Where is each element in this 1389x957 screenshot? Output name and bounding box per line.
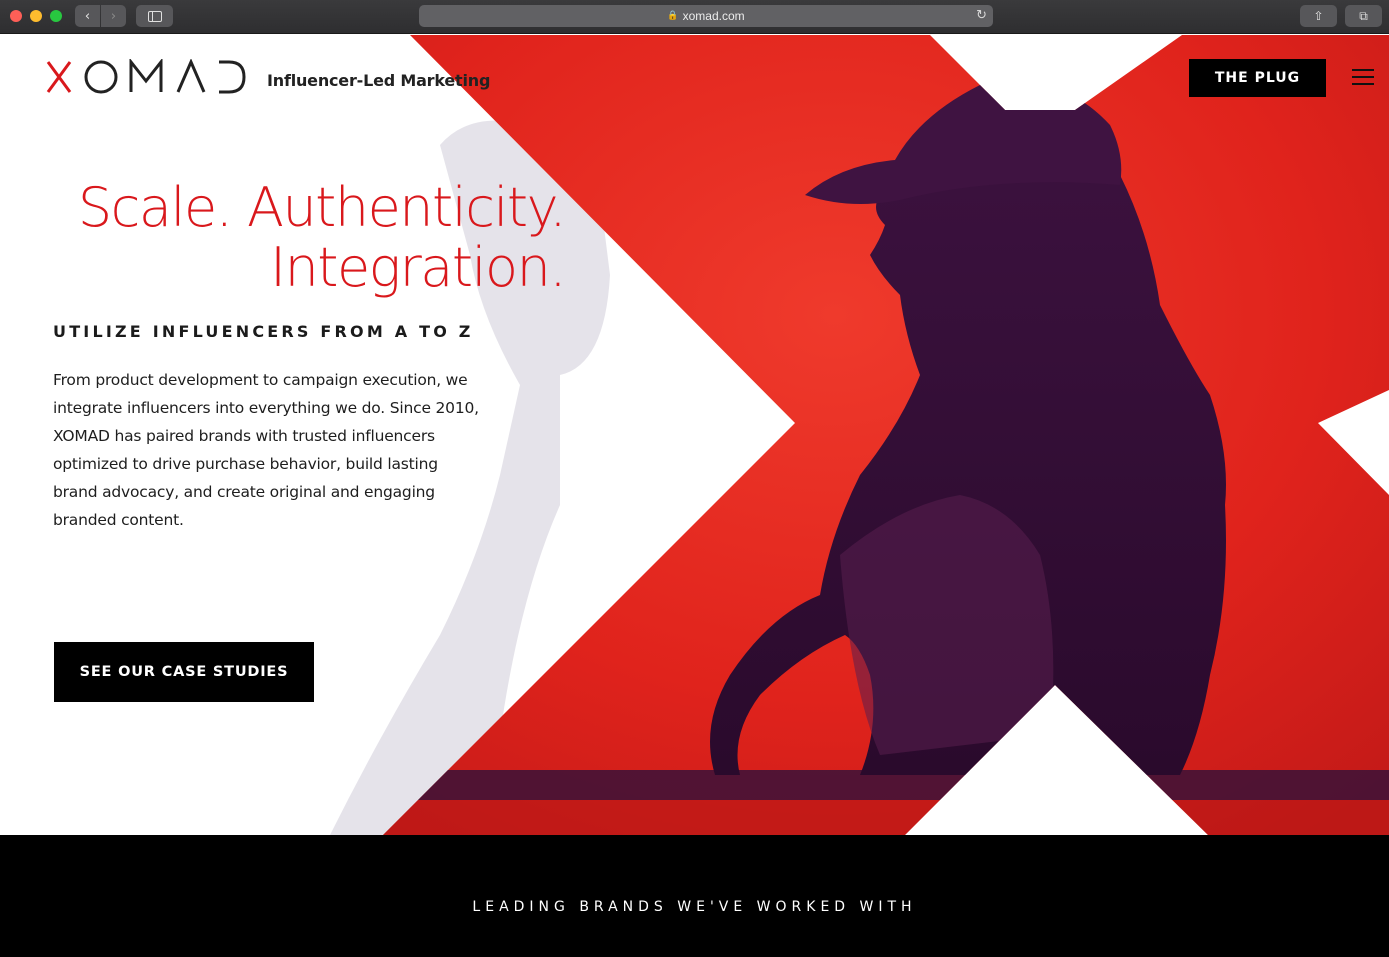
minimize-window-button[interactable] xyxy=(30,10,42,22)
the-plug-button[interactable]: THE PLUG xyxy=(1189,59,1326,97)
xomad-logo[interactable] xyxy=(45,59,247,95)
hero-headline: Scale. Authenticity. Integration. xyxy=(40,176,567,299)
site-tagline: Influencer-Led Marketing xyxy=(267,71,491,90)
close-window-button[interactable] xyxy=(10,10,22,22)
hero-body-text: From product development to campaign exe… xyxy=(53,371,479,529)
url-text: xomad.com xyxy=(682,9,745,23)
hero-subheading: UTILIZE INFLUENCERS FROM A TO Z xyxy=(53,322,474,341)
sidebar-toggle-button[interactable] xyxy=(136,5,173,27)
forward-button[interactable]: › xyxy=(101,5,126,27)
headline-line-2: Integration. xyxy=(270,236,566,299)
sidebar-icon xyxy=(147,10,162,22)
menu-bar xyxy=(1352,83,1374,85)
logo-wordmark xyxy=(46,59,246,94)
tabs-icon: ⧉ xyxy=(1359,8,1368,23)
lock-icon: 🔒 xyxy=(667,11,679,21)
headline-line-1: Scale. Authenticity. xyxy=(77,176,567,239)
back-button[interactable]: ‹ xyxy=(75,5,100,27)
brands-heading: LEADING BRANDS WE'VE WORKED WITH xyxy=(472,899,917,915)
menu-bar xyxy=(1352,76,1374,78)
hero-section: Influencer-Led Marketing THE PLUG Scale.… xyxy=(0,35,1389,835)
hamburger-menu-icon[interactable] xyxy=(1352,69,1374,85)
menu-bar xyxy=(1352,69,1374,71)
tabs-overview-button[interactable]: ⧉ xyxy=(1345,5,1382,27)
address-bar[interactable]: 🔒 xomad.com ↻ xyxy=(419,5,993,27)
history-navigation: ‹ › xyxy=(75,5,126,27)
share-button[interactable]: ⇧ xyxy=(1300,5,1337,27)
case-studies-button[interactable]: SEE OUR CASE STUDIES xyxy=(54,642,314,702)
brands-section: LEADING BRANDS WE'VE WORKED WITH xyxy=(0,835,1389,957)
browser-toolbar: ‹ › 🔒 xomad.com ↻ ⇧ ⧉ xyxy=(0,0,1389,34)
fullscreen-window-button[interactable] xyxy=(50,10,62,22)
share-icon: ⇧ xyxy=(1313,9,1324,23)
reload-icon[interactable]: ↻ xyxy=(976,8,987,23)
